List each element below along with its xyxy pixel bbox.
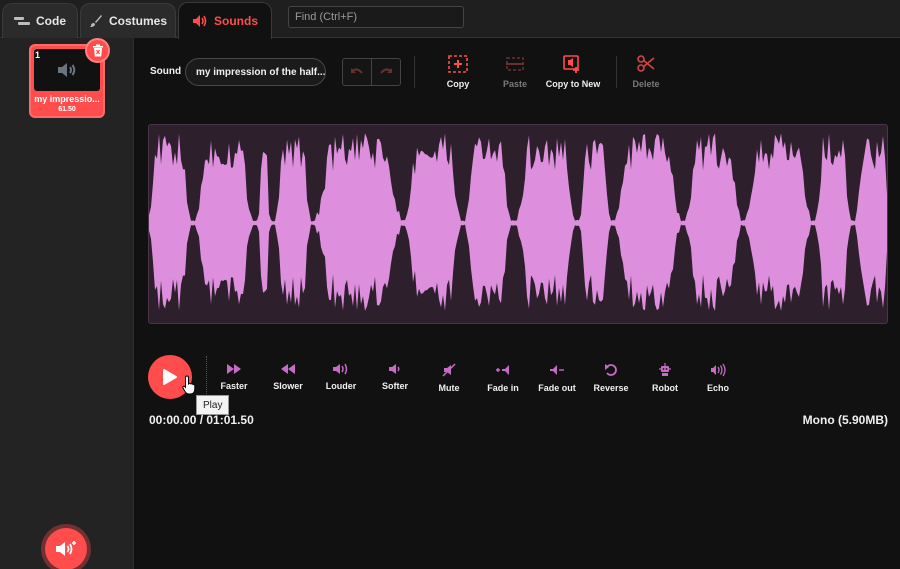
tab-code[interactable]: Code (2, 3, 78, 38)
tab-sounds[interactable]: Sounds (178, 2, 272, 39)
effect-reverse-button[interactable]: Reverse (583, 363, 639, 393)
redo-button[interactable] (371, 59, 400, 85)
paste-icon (506, 57, 524, 71)
effect-softer-button[interactable]: Softer (367, 363, 423, 391)
format-readout: Mono (5.90MB) (802, 413, 888, 427)
volume-up-icon (333, 363, 348, 375)
effect-fade-in-button[interactable]: Fade in (475, 363, 531, 393)
tab-bar: Code Costumes Sounds (0, 0, 900, 39)
effect-fade-in-label: Fade in (487, 383, 519, 393)
sound-name-field[interactable]: my impression of the half... (185, 58, 326, 86)
fade-out-icon (550, 365, 564, 375)
fast-forward-icon (227, 364, 241, 374)
sound-item-name: my impressio... (34, 94, 100, 104)
effect-faster-button[interactable]: Faster (206, 363, 262, 391)
redo-icon (380, 68, 392, 74)
copy-to-new-icon (563, 55, 579, 73)
effect-robot-button[interactable]: Robot (637, 363, 693, 393)
undo-button[interactable] (343, 59, 371, 85)
undo-icon (351, 68, 363, 74)
effect-echo-label: Echo (706, 383, 729, 393)
mute-icon (442, 363, 456, 377)
waveform-path (149, 133, 887, 311)
sound-item-duration: 61.50 (58, 106, 76, 113)
effect-slower-button[interactable]: Slower (260, 363, 316, 391)
delete-label: Delete (632, 79, 660, 89)
reverse-icon (605, 364, 617, 376)
sound-index: 1 (35, 50, 41, 60)
effect-mute-button[interactable]: Mute (421, 363, 477, 393)
paste-label: Paste (502, 79, 528, 89)
play-icon (163, 369, 177, 385)
delete-sound-button[interactable] (85, 38, 110, 63)
echo-icon (711, 363, 726, 377)
copy-label: Copy (446, 79, 470, 89)
effect-slower-label: Slower (273, 381, 303, 391)
waveform-container[interactable] (148, 124, 888, 324)
rewind-icon (281, 364, 295, 374)
time-readout: 00:00.00 / 01:01.50 (149, 413, 254, 427)
robot-icon (659, 363, 671, 376)
effect-faster-label: Faster (220, 381, 248, 391)
hand-cursor-icon (182, 375, 196, 395)
waveform (149, 133, 887, 311)
undo-redo-group (342, 58, 401, 86)
scissors-icon (637, 55, 655, 72)
effect-reverse-label: Reverse (593, 383, 629, 393)
search-input[interactable] (288, 6, 464, 28)
effect-softer-label: Softer (381, 381, 408, 391)
effect-louder-button[interactable]: Louder (313, 363, 369, 391)
effect-robot-label: Robot (652, 383, 678, 393)
effect-mute-label: Mute (438, 383, 460, 393)
tab-sounds-label: Sounds (214, 14, 258, 28)
effect-fade-out-label: Fade out (538, 383, 576, 393)
play-tooltip: Play (196, 395, 230, 415)
copy-to-new-button[interactable]: Copy to New (538, 54, 608, 89)
effect-fade-out-button[interactable]: Fade out (529, 363, 585, 393)
delete-button[interactable]: Delete (611, 54, 681, 89)
volume-down-icon (389, 364, 400, 374)
tab-code-label: Code (36, 14, 66, 28)
tab-costumes-label: Costumes (108, 14, 167, 28)
fade-in-icon (496, 365, 509, 375)
code-icon (14, 17, 30, 25)
add-sound-button[interactable] (45, 528, 87, 569)
effect-echo-button[interactable]: Echo (690, 363, 746, 393)
speaker-icon (58, 63, 76, 77)
brush-icon (89, 15, 102, 27)
trash-icon (92, 44, 103, 57)
effect-louder-label: Louder (325, 381, 357, 391)
speaker-icon (193, 15, 207, 27)
copy-to-new-label: Copy to New (545, 79, 601, 89)
add-sound-icon (56, 541, 76, 556)
copy-icon (448, 55, 468, 73)
toolbar-divider (414, 56, 415, 88)
sound-name-label: Sound (150, 66, 182, 77)
tab-costumes[interactable]: Costumes (80, 3, 176, 38)
